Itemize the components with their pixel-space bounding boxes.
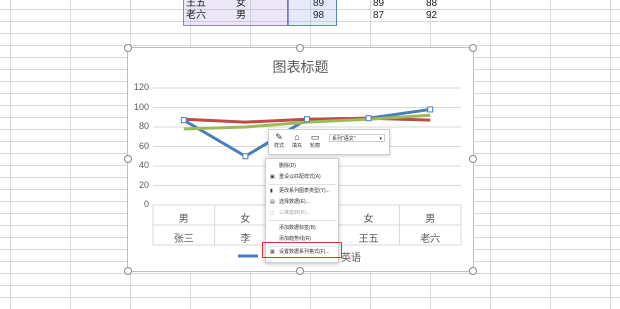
y-tick-label: 40: [138, 160, 149, 170]
data-point-marker[interactable]: [180, 117, 187, 124]
paint-bucket-icon: ⌂: [294, 132, 300, 142]
data-point-marker[interactable]: [427, 106, 434, 113]
menu-item-label: 选择数据(E)...: [279, 199, 310, 205]
floating-toolbar: ✎ 样式 ⌂ 填充 ▭ 轮廓 系列"语文" ▾: [268, 129, 390, 155]
data-point-marker[interactable]: [242, 153, 249, 160]
cell-score[interactable]: 89: [373, 0, 384, 10]
outline-label: 轮廓: [309, 143, 320, 149]
resize-handle[interactable]: [124, 155, 132, 163]
x-tick-label: 李: [240, 234, 251, 245]
y-tick-label: 60: [138, 140, 149, 151]
cell-name[interactable]: 王五: [186, 0, 206, 10]
menu-separator: [268, 220, 336, 221]
y-tick-label: 80: [138, 121, 149, 131]
resize-handle[interactable]: [296, 267, 304, 275]
menu-separator: [268, 184, 336, 185]
menu-item-label: 三维旋转(R)...: [279, 210, 311, 216]
series-dropdown-value: 系列"语文": [332, 136, 356, 142]
chevron-down-icon: ▾: [379, 136, 382, 142]
cell-score[interactable]: 88: [426, 0, 437, 10]
data-point-marker[interactable]: [365, 115, 372, 122]
menu-item-label: 更改系列图表类型(Y)...: [279, 188, 330, 194]
fill-button[interactable]: ⌂ 填充: [289, 132, 305, 149]
data-point-marker[interactable]: [304, 116, 310, 123]
resize-handle[interactable]: [124, 267, 132, 275]
menu-item-reset-style[interactable]: ▣ 重设以匹配样式(A): [266, 173, 338, 182]
menu-item-select-data[interactable]: ▤ 选择数据(E)...: [266, 198, 338, 207]
series-dropdown[interactable]: 系列"语文" ▾: [329, 134, 385, 142]
cell-name[interactable]: 老六: [186, 10, 206, 22]
cell-gender[interactable]: 男: [236, 10, 246, 22]
fill-label: 填充: [291, 143, 302, 149]
outline-icon: ▭: [310, 132, 320, 142]
select-data-icon: ▤: [270, 199, 275, 205]
cell-gender[interactable]: 女: [236, 0, 246, 10]
resize-handle[interactable]: [124, 44, 132, 52]
x-tick-label: 男: [425, 214, 436, 225]
menu-item-change-chart-type[interactable]: ▮ 更改系列图表类型(Y)...: [266, 187, 338, 196]
y-tick-label: 0: [143, 199, 149, 209]
chart-type-icon: ▮: [270, 188, 273, 194]
menu-item-label: 删除(D): [279, 163, 296, 169]
y-tick-label: 20: [138, 179, 149, 190]
highlight-box: [262, 242, 342, 258]
x-tick-label: 王五: [358, 234, 379, 245]
style-label: 样式: [273, 143, 284, 149]
cell-score[interactable]: 89: [313, 0, 324, 10]
legend-entry-english[interactable]: 英语: [341, 249, 361, 264]
x-tick-label: 女: [240, 214, 251, 225]
x-tick-label: 老六: [420, 234, 441, 245]
cell-score[interactable]: 87: [373, 10, 384, 22]
y-tick-label: 100: [133, 101, 149, 112]
cell-score[interactable]: 92: [426, 10, 437, 22]
menu-item-label: 重设以匹配样式(A): [279, 174, 321, 180]
x-tick-label: 张三: [173, 234, 194, 245]
cell-score[interactable]: 98: [313, 10, 324, 22]
resize-handle[interactable]: [469, 155, 477, 163]
brush-icon: ✎: [275, 132, 283, 142]
style-button[interactable]: ✎ 样式: [271, 132, 287, 149]
x-tick-label: 男: [178, 214, 189, 225]
selection-range-scores: [287, 0, 337, 26]
y-tick-label: 120: [133, 82, 149, 92]
resize-handle[interactable]: [296, 44, 304, 52]
reset-icon: ▣: [270, 174, 275, 180]
resize-handle[interactable]: [469, 267, 477, 275]
outline-button[interactable]: ▭ 轮廓: [307, 132, 323, 149]
menu-item-delete[interactable]: 删除(D): [266, 162, 338, 171]
x-tick-label: 女: [363, 214, 374, 225]
menu-item-add-data-labels[interactable]: 添加数据标签(B): [266, 224, 338, 233]
menu-item-label: 添加数据标签(B): [279, 225, 316, 231]
menu-item-3d-rotation[interactable]: ◻ 三维旋转(R)...: [266, 209, 338, 218]
rotate-icon: ◻: [270, 210, 275, 216]
resize-handle[interactable]: [469, 44, 477, 52]
